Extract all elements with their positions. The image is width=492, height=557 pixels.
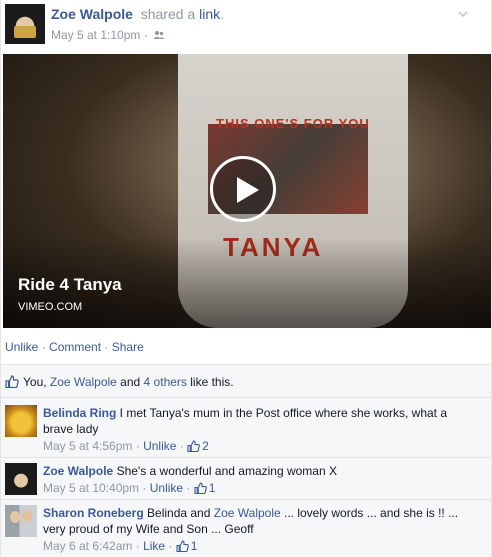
comment-text-start: Belinda and — [143, 506, 214, 520]
shared-link[interactable]: link — [199, 6, 220, 22]
comment-meta: May 6 at 6:42am · Like · 1 — [43, 539, 198, 553]
video-source: VIMEO.COM — [18, 301, 83, 313]
commenter-name[interactable]: Sharon Roneberg — [43, 506, 144, 520]
comment-like-button[interactable]: Like — [143, 539, 165, 553]
period: . — [220, 6, 224, 22]
feed-story: Zoe Walpole shared a link. May 5 at 1:10… — [0, 0, 492, 557]
comment-like-count[interactable]: 1 — [176, 539, 197, 553]
divider — [1, 397, 491, 398]
comment-body: Zoe Walpole She's a wonderful and amazin… — [43, 463, 463, 479]
friends-icon[interactable] — [153, 30, 165, 40]
share-button[interactable]: Share — [112, 340, 144, 354]
comment-unlike-button[interactable]: Unlike — [143, 439, 176, 453]
play-button[interactable] — [210, 156, 276, 222]
others-likers-link[interactable]: 4 others — [144, 375, 187, 389]
commenter-name[interactable]: Zoe Walpole — [43, 464, 113, 478]
video-title[interactable]: Ride 4 Tanya — [18, 275, 122, 295]
share-verb: shared a — [140, 6, 196, 22]
tagged-name-link[interactable]: Zoe Walpole — [214, 506, 281, 520]
commenter-avatar[interactable] — [5, 405, 37, 437]
comment-unlike-button[interactable]: Unlike — [150, 481, 183, 495]
comment-time[interactable]: May 6 at 6:42am — [43, 539, 132, 553]
comment-meta: May 5 at 4:56pm · Unlike · 2 — [43, 439, 209, 453]
post-timestamp[interactable]: May 5 at 1:10pm — [51, 28, 140, 42]
commenter-name[interactable]: Belinda Ring — [43, 406, 116, 420]
comment-body: Belinda Ring I met Tanya's mum in the Po… — [43, 405, 463, 437]
story-header: Zoe Walpole shared a link. May 5 at 1:10… — [5, 4, 475, 46]
author-avatar[interactable] — [5, 4, 45, 44]
play-icon — [237, 177, 259, 203]
feedback-section: You, Zoe Walpole and 4 others like this.… — [1, 364, 491, 557]
comment-meta: May 5 at 10:40pm · Unlike · 1 — [43, 481, 216, 495]
comment-body: Sharon Roneberg Belinda and Zoe Walpole … — [43, 505, 463, 537]
comment-like-count[interactable]: 1 — [194, 481, 215, 495]
chevron-down-icon[interactable] — [457, 8, 469, 20]
video-thumbnail[interactable]: THIS ONE'S FOR YOU TANYA Ride 4 Tanya VI… — [3, 54, 491, 328]
divider — [1, 499, 491, 500]
author-name-link[interactable]: Zoe Walpole — [51, 6, 133, 22]
liker-name-link[interactable]: Zoe Walpole — [50, 375, 117, 389]
likes-sentence: You, Zoe Walpole and 4 others like this. — [5, 375, 234, 389]
unlike-button[interactable]: Unlike — [5, 340, 38, 354]
thumbs-up-icon — [194, 482, 207, 494]
shirt-top-text: THIS ONE'S FOR YOU — [216, 116, 370, 131]
thumbs-up-icon — [5, 375, 19, 388]
commenter-avatar[interactable] — [5, 505, 37, 537]
comment-button[interactable]: Comment — [49, 340, 101, 354]
post-meta: May 5 at 1:10pm · — [51, 28, 165, 42]
comment-text: She's a wonderful and amazing woman X — [113, 464, 337, 478]
divider — [1, 457, 491, 458]
comment-time[interactable]: May 5 at 10:40pm — [43, 481, 139, 495]
thumbs-up-icon — [187, 440, 200, 452]
author-line: Zoe Walpole shared a link. — [51, 6, 224, 22]
story-actions: Unlike · Comment · Share — [5, 340, 144, 354]
thumbs-up-icon — [176, 540, 189, 552]
commenter-avatar[interactable] — [5, 463, 37, 495]
comment-time[interactable]: May 5 at 4:56pm — [43, 439, 132, 453]
comment-like-count[interactable]: 2 — [187, 439, 209, 453]
